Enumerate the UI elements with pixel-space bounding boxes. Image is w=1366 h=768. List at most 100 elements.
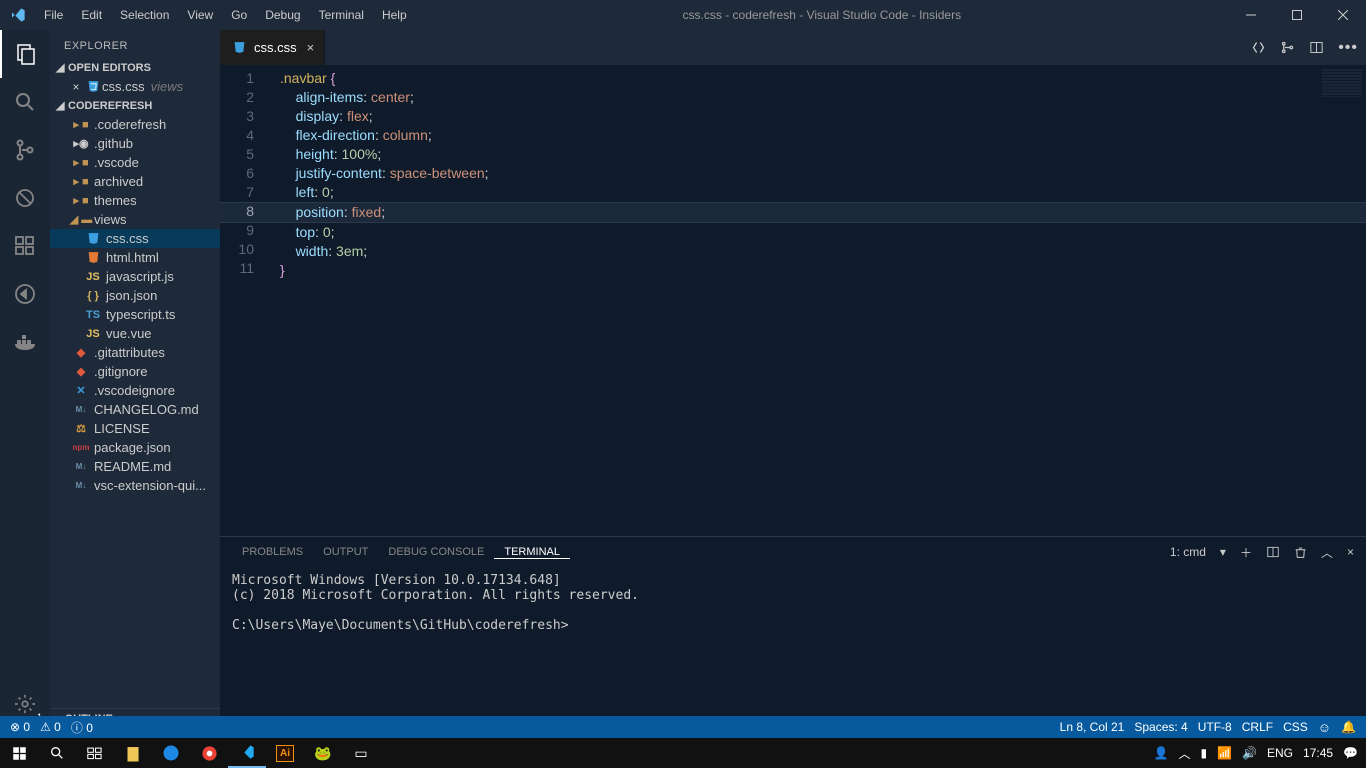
status-errors[interactable]: ⊗ 0 bbox=[10, 720, 30, 734]
kill-terminal-icon[interactable] bbox=[1294, 546, 1307, 559]
file-item[interactable]: JSvue.vue bbox=[50, 324, 220, 343]
file-item[interactable]: JSjavascript.js bbox=[50, 267, 220, 286]
close-panel-icon[interactable]: × bbox=[1347, 545, 1354, 559]
panel-tab-debug-console[interactable]: DEBUG CONSOLE bbox=[378, 546, 494, 559]
activity-extensions[interactable] bbox=[0, 222, 50, 270]
menu-file[interactable]: File bbox=[35, 0, 72, 30]
folder-item[interactable]: ◢ ▬views bbox=[50, 210, 220, 229]
terminal-selector[interactable]: 1: cmd bbox=[1170, 545, 1206, 559]
app-icon[interactable]: 🐸 bbox=[304, 738, 342, 768]
file-explorer-app[interactable]: ▇ bbox=[114, 738, 152, 768]
close-icon[interactable]: × bbox=[307, 40, 315, 55]
new-terminal-icon[interactable]: ＋ bbox=[1240, 544, 1252, 561]
dropdown-icon[interactable]: ▾ bbox=[1220, 545, 1226, 559]
folder-item[interactable]: ▸ ■archived bbox=[50, 172, 220, 191]
menu-selection[interactable]: Selection bbox=[111, 0, 178, 30]
close-icon[interactable]: × bbox=[68, 80, 84, 94]
editor[interactable]: 1234567891011 .navbar { align-items: cen… bbox=[220, 65, 1366, 536]
vscode-logo-icon bbox=[0, 7, 35, 23]
notifications-icon[interactable]: 🔔 bbox=[1341, 720, 1356, 734]
status-cursor[interactable]: Ln 8, Col 21 bbox=[1060, 720, 1125, 734]
status-warnings[interactable]: ⚠ 0 bbox=[40, 720, 61, 734]
status-encoding[interactable]: UTF-8 bbox=[1198, 720, 1232, 734]
minimap[interactable] bbox=[1322, 69, 1362, 97]
clock[interactable]: 17:45 bbox=[1303, 746, 1333, 760]
vscode-app[interactable] bbox=[228, 738, 266, 768]
status-spaces[interactable]: Spaces: 4 bbox=[1134, 720, 1187, 734]
tray-up-icon[interactable]: ︿ bbox=[1178, 745, 1190, 762]
feedback-icon[interactable]: ☺ bbox=[1318, 720, 1331, 735]
open-changes-icon[interactable] bbox=[1280, 40, 1295, 55]
terminal-output[interactable]: Microsoft Windows [Version 10.0.17134.64… bbox=[220, 567, 1366, 639]
file-item[interactable]: M↓CHANGELOG.md bbox=[50, 400, 220, 419]
app-icon[interactable]: ▭ bbox=[342, 738, 380, 768]
file-item[interactable]: ⚖LICENSE bbox=[50, 419, 220, 438]
minimize-button[interactable] bbox=[1228, 0, 1274, 30]
activity-live-share[interactable] bbox=[0, 270, 50, 318]
panel-tab-terminal[interactable]: TERMINAL bbox=[494, 546, 570, 559]
wifi-icon[interactable]: 📶 bbox=[1217, 746, 1232, 760]
menu-debug[interactable]: Debug bbox=[256, 0, 309, 30]
language-indicator[interactable]: ENG bbox=[1267, 746, 1293, 760]
maximize-button[interactable] bbox=[1274, 0, 1320, 30]
file-item[interactable]: html.html bbox=[50, 248, 220, 267]
section-open-editors[interactable]: ◢OPEN EDITORS bbox=[50, 58, 220, 77]
activity-debug[interactable] bbox=[0, 174, 50, 222]
more-icon[interactable]: ••• bbox=[1338, 39, 1358, 57]
activity-explorer[interactable] bbox=[0, 30, 50, 78]
title-bar: FileEditSelectionViewGoDebugTerminalHelp… bbox=[0, 0, 1366, 30]
menu-terminal[interactable]: Terminal bbox=[310, 0, 373, 30]
ts-icon: TS bbox=[84, 309, 102, 321]
window-title: css.css - coderefresh - Visual Studio Co… bbox=[416, 8, 1228, 22]
file-item[interactable]: M↓vsc-extension-qui... bbox=[50, 476, 220, 495]
illustrator-app[interactable]: Ai bbox=[266, 738, 304, 768]
status-info[interactable]: ⓘ 0 bbox=[71, 719, 93, 736]
split-terminal-icon[interactable] bbox=[1266, 545, 1280, 559]
chrome-app[interactable] bbox=[190, 738, 228, 768]
panel-tab-output[interactable]: OUTPUT bbox=[313, 546, 378, 559]
edge-app[interactable] bbox=[152, 738, 190, 768]
menu-go[interactable]: Go bbox=[222, 0, 256, 30]
file-item[interactable]: ◆.gitignore bbox=[50, 362, 220, 381]
github-icon: ▸ ◉ bbox=[72, 137, 90, 150]
open-editor-item[interactable]: × css.css views bbox=[50, 77, 220, 96]
file-item[interactable]: ✕.vscodeignore bbox=[50, 381, 220, 400]
menu-edit[interactable]: Edit bbox=[72, 0, 111, 30]
close-button[interactable] bbox=[1320, 0, 1366, 30]
panel-tabs: PROBLEMSOUTPUTDEBUG CONSOLETERMINAL 1: c… bbox=[220, 537, 1366, 567]
folder-item[interactable]: ▸ ■themes bbox=[50, 191, 220, 210]
volume-icon[interactable]: 🔊 bbox=[1242, 746, 1257, 760]
file-item[interactable]: npmpackage.json bbox=[50, 438, 220, 457]
folder-item[interactable]: ▸ ◉.github bbox=[50, 134, 220, 153]
license-icon: ⚖ bbox=[72, 422, 90, 435]
file-item[interactable]: css.css bbox=[50, 229, 220, 248]
npm-icon: npm bbox=[72, 443, 90, 452]
panel-tab-problems[interactable]: PROBLEMS bbox=[232, 546, 313, 559]
start-button[interactable] bbox=[0, 738, 38, 768]
status-language[interactable]: CSS bbox=[1283, 720, 1308, 734]
people-icon[interactable]: 👤 bbox=[1154, 746, 1169, 760]
section-folder[interactable]: ◢CODEREFRESH bbox=[50, 96, 220, 115]
code-area[interactable]: .navbar { align-items: center; display: … bbox=[280, 69, 1366, 280]
activity-docker[interactable] bbox=[0, 318, 50, 366]
editor-tab[interactable]: css.css × bbox=[220, 30, 325, 65]
file-item[interactable]: { }json.json bbox=[50, 286, 220, 305]
git-icon: ◆ bbox=[72, 365, 90, 378]
maximize-panel-icon[interactable]: ︿ bbox=[1321, 544, 1333, 561]
battery-icon[interactable]: ▮ bbox=[1200, 746, 1207, 760]
menu-view[interactable]: View bbox=[178, 0, 222, 30]
task-view-button[interactable] bbox=[76, 738, 114, 768]
folder-item[interactable]: ▸ ■.vscode bbox=[50, 153, 220, 172]
menu-help[interactable]: Help bbox=[373, 0, 416, 30]
file-item[interactable]: M↓README.md bbox=[50, 457, 220, 476]
action-center-icon[interactable]: 💬 bbox=[1343, 746, 1358, 760]
file-item[interactable]: TStypescript.ts bbox=[50, 305, 220, 324]
status-eol[interactable]: CRLF bbox=[1242, 720, 1273, 734]
activity-search[interactable] bbox=[0, 78, 50, 126]
search-button[interactable] bbox=[38, 738, 76, 768]
folder-item[interactable]: ▸ ■.coderefresh bbox=[50, 115, 220, 134]
file-item[interactable]: ◆.gitattributes bbox=[50, 343, 220, 362]
split-editor-icon[interactable] bbox=[1309, 40, 1324, 55]
compare-changes-icon[interactable] bbox=[1251, 40, 1266, 55]
activity-source-control[interactable] bbox=[0, 126, 50, 174]
